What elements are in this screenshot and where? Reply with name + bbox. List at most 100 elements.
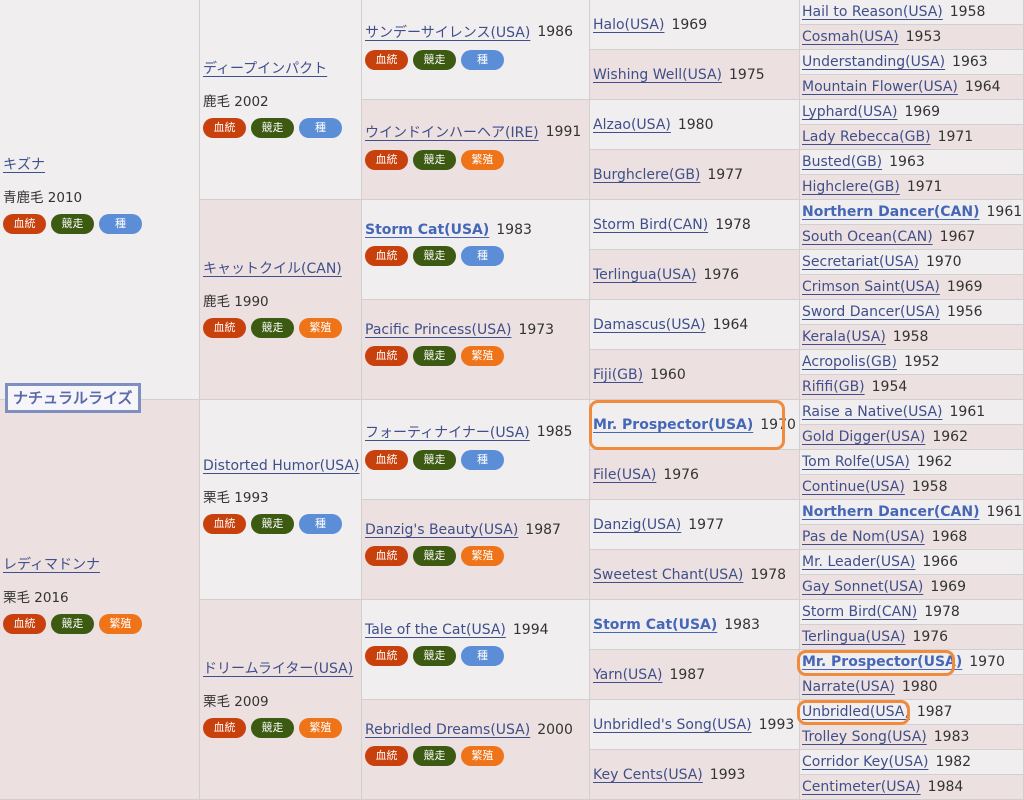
badge-seed[interactable]: 種	[99, 214, 142, 234]
badge-race[interactable]: 競走	[413, 246, 456, 266]
horse-link[interactable]: Fiji(GB)	[593, 367, 643, 383]
horse-link[interactable]: Centimeter(USA)	[802, 779, 921, 795]
horse-link[interactable]: Busted(GB)	[802, 154, 882, 170]
horse-link[interactable]: Highclere(GB)	[802, 179, 900, 195]
badge-seed[interactable]: 種	[461, 50, 504, 70]
horse-link[interactable]: Storm Cat(USA)	[365, 222, 489, 238]
badge-seed[interactable]: 種	[299, 118, 342, 138]
badge-race[interactable]: 競走	[413, 450, 456, 470]
horse-link[interactable]: Unbridled(USA)	[802, 704, 910, 720]
badge-seed[interactable]: 種	[461, 450, 504, 470]
badge-breed[interactable]: 繁殖	[299, 318, 342, 338]
horse-link[interactable]: Danzig's Beauty(USA)	[365, 522, 518, 538]
horse-link[interactable]: サンデーサイレンス(USA)	[365, 22, 530, 42]
horse-link[interactable]: Storm Bird(CAN)	[802, 604, 917, 620]
horse-link[interactable]: Damascus(USA)	[593, 317, 706, 333]
horse-link[interactable]: Continue(USA)	[802, 479, 905, 495]
horse-link[interactable]: Northern Dancer(CAN)	[802, 204, 980, 220]
horse-link[interactable]: Cosmah(USA)	[802, 29, 899, 45]
badge-breed[interactable]: 繁殖	[461, 150, 504, 170]
horse-link[interactable]: Halo(USA)	[593, 17, 664, 33]
horse-link[interactable]: キャットクイル(CAN)	[203, 258, 342, 278]
horse-link[interactable]: Narrate(USA)	[802, 679, 895, 695]
horse-link[interactable]: Wishing Well(USA)	[593, 67, 722, 83]
horse-link[interactable]: Corridor Key(USA)	[802, 754, 928, 770]
badge-blood[interactable]: 血統	[365, 646, 408, 666]
badge-breed[interactable]: 繁殖	[461, 346, 504, 366]
horse-link[interactable]: Lady Rebecca(GB)	[802, 129, 931, 145]
horse-link[interactable]: Hail to Reason(USA)	[802, 4, 943, 20]
horse-link[interactable]: Kerala(USA)	[802, 329, 886, 345]
horse-link[interactable]: Sweetest Chant(USA)	[593, 567, 743, 583]
horse-link[interactable]: Burghclere(GB)	[593, 167, 700, 183]
horse-link[interactable]: Rififi(GB)	[802, 379, 865, 395]
horse-link[interactable]: Sword Dancer(USA)	[802, 304, 940, 320]
badge-breed[interactable]: 繁殖	[299, 718, 342, 738]
badge-blood[interactable]: 血統	[203, 514, 246, 534]
badge-blood[interactable]: 血統	[365, 450, 408, 470]
badge-blood[interactable]: 血統	[3, 614, 46, 634]
badge-blood[interactable]: 血統	[365, 50, 408, 70]
horse-link[interactable]: Pas de Nom(USA)	[802, 529, 925, 545]
horse-link[interactable]: Mr. Leader(USA)	[802, 554, 915, 570]
horse-link[interactable]: Storm Cat(USA)	[593, 617, 717, 633]
horse-link[interactable]: Lyphard(USA)	[802, 104, 897, 120]
badge-race[interactable]: 競走	[413, 646, 456, 666]
horse-link[interactable]: Tale of the Cat(USA)	[365, 622, 506, 638]
horse-link[interactable]: Gay Sonnet(USA)	[802, 579, 923, 595]
badge-race[interactable]: 競走	[413, 150, 456, 170]
badge-race[interactable]: 競走	[413, 746, 456, 766]
badge-blood[interactable]: 血統	[365, 150, 408, 170]
badge-race[interactable]: 競走	[251, 318, 294, 338]
horse-link[interactable]: Mr. Prospector(USA)	[593, 417, 753, 433]
horse-link[interactable]: キズナ	[3, 154, 45, 174]
horse-link[interactable]: Mr. Prospector(USA)	[802, 654, 962, 670]
badge-seed[interactable]: 種	[461, 646, 504, 666]
horse-link[interactable]: ドリームライター(USA)	[203, 658, 353, 678]
horse-link[interactable]: Acropolis(GB)	[802, 354, 897, 370]
horse-link[interactable]: Rebridled Dreams(USA)	[365, 722, 530, 738]
badge-blood[interactable]: 血統	[203, 118, 246, 138]
badge-blood[interactable]: 血統	[365, 746, 408, 766]
horse-link[interactable]: Key Cents(USA)	[593, 767, 703, 783]
horse-link[interactable]: Distorted Humor(USA)	[203, 458, 359, 474]
badge-race[interactable]: 競走	[413, 546, 456, 566]
badge-race[interactable]: 競走	[251, 718, 294, 738]
horse-link[interactable]: Pacific Princess(USA)	[365, 322, 511, 338]
badge-race[interactable]: 競走	[251, 118, 294, 138]
horse-link[interactable]: Tom Rolfe(USA)	[802, 454, 910, 470]
badge-blood[interactable]: 血統	[365, 346, 408, 366]
horse-link[interactable]: Northern Dancer(CAN)	[802, 504, 980, 520]
horse-link[interactable]: Trolley Song(USA)	[802, 729, 927, 745]
horse-link[interactable]: Storm Bird(CAN)	[593, 217, 708, 233]
horse-link[interactable]: Understanding(USA)	[802, 54, 945, 70]
badge-breed[interactable]: 繁殖	[461, 546, 504, 566]
horse-link[interactable]: フォーティナイナー(USA)	[365, 422, 530, 442]
horse-link[interactable]: South Ocean(CAN)	[802, 229, 933, 245]
horse-link[interactable]: Yarn(USA)	[593, 667, 662, 683]
badge-blood[interactable]: 血統	[3, 214, 46, 234]
badge-race[interactable]: 競走	[413, 50, 456, 70]
badge-breed[interactable]: 繁殖	[461, 746, 504, 766]
horse-link[interactable]: Unbridled's Song(USA)	[593, 717, 752, 733]
horse-link[interactable]: Danzig(USA)	[593, 517, 681, 533]
horse-link[interactable]: Alzao(USA)	[593, 117, 671, 133]
badge-race[interactable]: 競走	[251, 514, 294, 534]
horse-link[interactable]: Raise a Native(USA)	[802, 404, 943, 420]
badge-seed[interactable]: 種	[299, 514, 342, 534]
horse-link[interactable]: File(USA)	[593, 467, 656, 483]
badge-blood[interactable]: 血統	[203, 718, 246, 738]
badge-breed[interactable]: 繁殖	[99, 614, 142, 634]
horse-link[interactable]: Crimson Saint(USA)	[802, 279, 940, 295]
badge-race[interactable]: 競走	[413, 346, 456, 366]
horse-link[interactable]: Secretariat(USA)	[802, 254, 919, 270]
badge-race[interactable]: 競走	[51, 214, 94, 234]
horse-link[interactable]: Terlingua(USA)	[802, 629, 905, 645]
horse-link[interactable]: レディマドンナ	[3, 554, 100, 574]
horse-link[interactable]: ウインドインハーヘア(IRE)	[365, 122, 539, 142]
horse-link[interactable]: Terlingua(USA)	[593, 267, 696, 283]
badge-seed[interactable]: 種	[461, 246, 504, 266]
horse-link[interactable]: Mountain Flower(USA)	[802, 79, 958, 95]
badge-race[interactable]: 競走	[51, 614, 94, 634]
badge-blood[interactable]: 血統	[365, 546, 408, 566]
